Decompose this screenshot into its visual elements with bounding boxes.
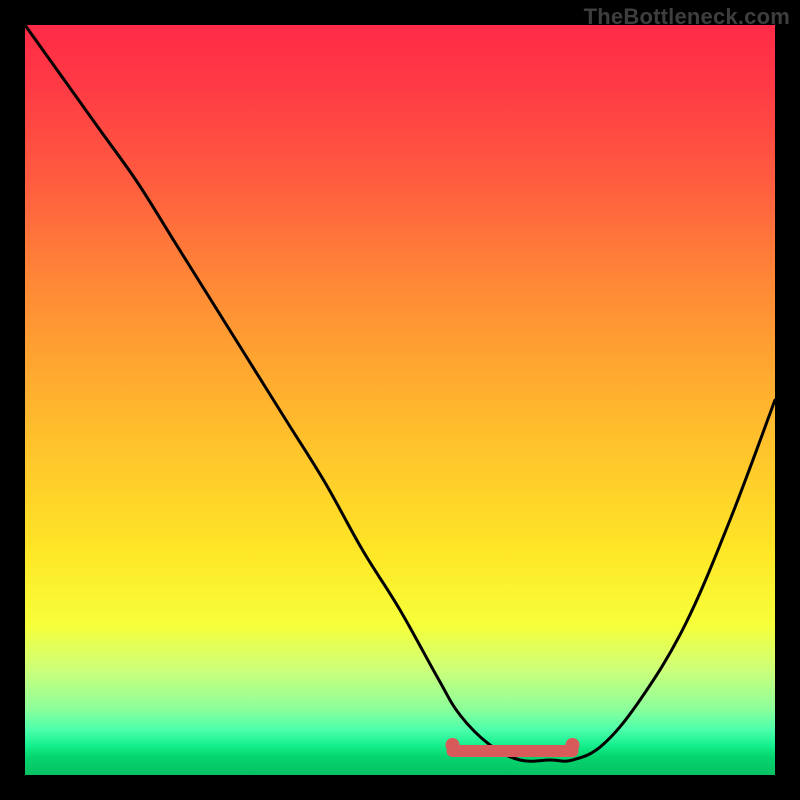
- bottleneck-curve: [25, 25, 775, 775]
- plot-area: [25, 25, 775, 775]
- watermark-text: TheBottleneck.com: [584, 4, 790, 30]
- marker-range-end: [566, 738, 580, 752]
- curve-path: [25, 25, 775, 761]
- chart-frame: TheBottleneck.com: [0, 0, 800, 800]
- marker-range-start: [446, 738, 460, 752]
